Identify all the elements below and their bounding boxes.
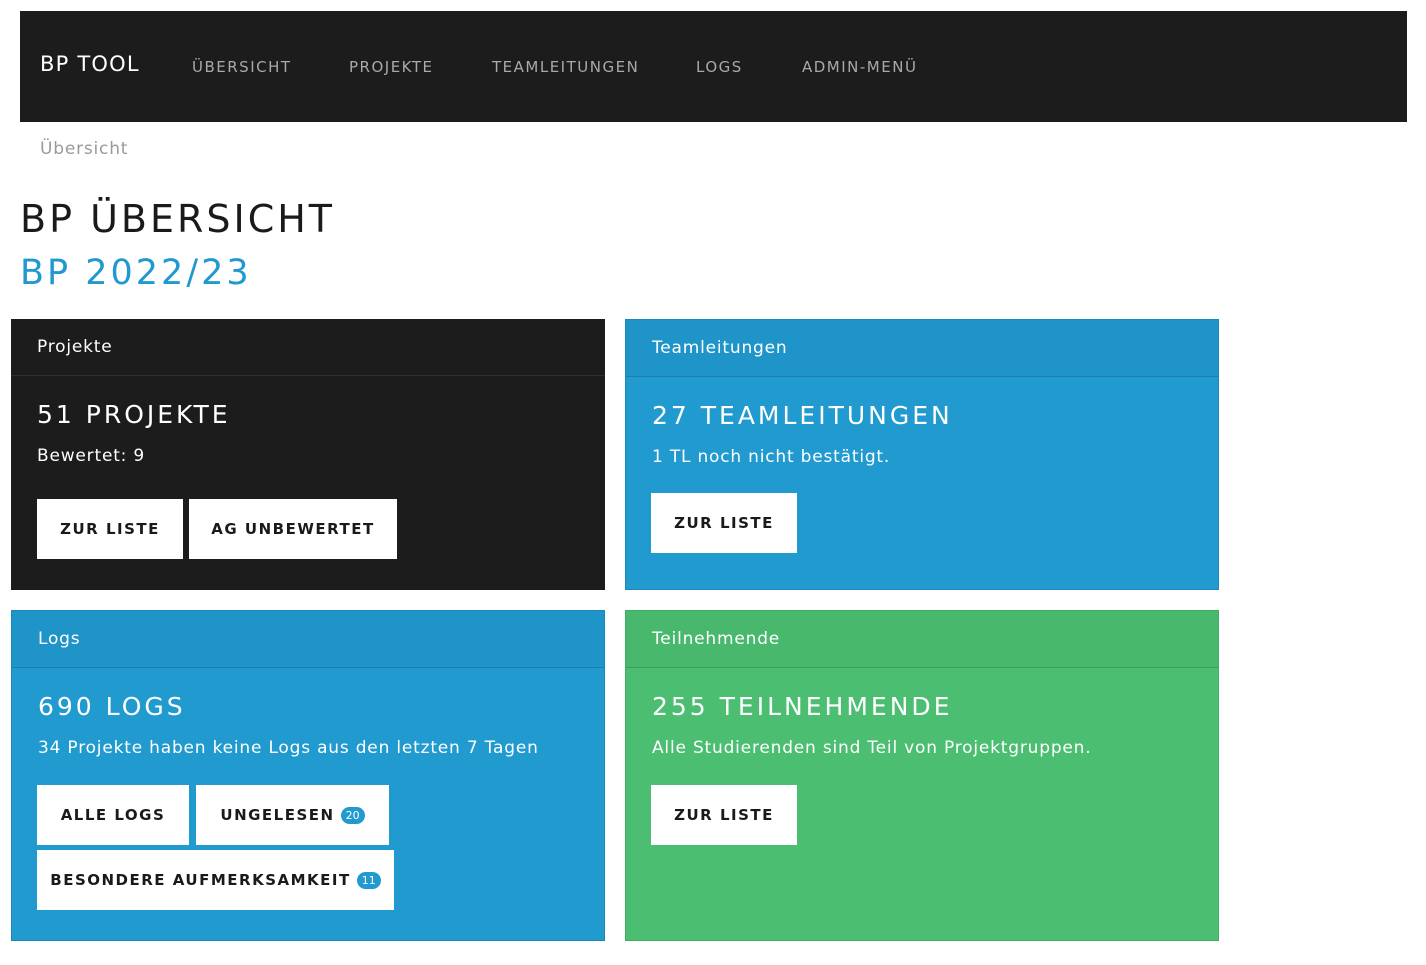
- participants-card: Teilnehmende 255 TEILNEHMENDE Alle Studi…: [625, 610, 1219, 941]
- attention-logs-label: BESONDERE AUFMERKSAMKEIT: [50, 871, 351, 889]
- teamleads-card-header: Teamleitungen: [626, 320, 1218, 377]
- unread-logs-label: UNGELESEN: [220, 806, 335, 824]
- projects-card: Projekte 51 PROJEKTE Bewertet: 9 ZUR LIS…: [11, 319, 605, 590]
- page-subtitle: BP 2022/23: [20, 253, 252, 293]
- teamleads-count: 27 TEAMLEITUNGEN: [652, 401, 953, 430]
- projects-list-button[interactable]: ZUR LISTE: [37, 499, 183, 559]
- nav-item-admin-menu[interactable]: ADMIN-MENÜ: [802, 58, 917, 76]
- attention-count-badge: 11: [356, 871, 381, 889]
- unread-count-badge: 20: [340, 806, 365, 824]
- brand-link[interactable]: BP TOOL: [40, 52, 140, 76]
- participants-list-button[interactable]: ZUR LISTE: [651, 785, 797, 845]
- participants-card-header: Teilnehmende: [626, 611, 1218, 668]
- logs-inactive-text: 34 Projekte haben keine Logs aus den let…: [38, 738, 539, 758]
- participants-status-text: Alle Studierenden sind Teil von Projektg…: [652, 738, 1092, 758]
- projects-rated-text: Bewertet: 9: [37, 446, 146, 466]
- nav-item-logs[interactable]: LOGS: [696, 58, 743, 76]
- projects-card-header: Projekte: [11, 319, 605, 376]
- logs-card: Logs 690 LOGS 34 Projekte haben keine Lo…: [11, 610, 605, 941]
- breadcrumb: Übersicht: [40, 139, 129, 159]
- logs-count: 690 LOGS: [38, 692, 186, 721]
- participants-count: 255 TEILNEHMENDE: [652, 692, 953, 721]
- all-logs-button[interactable]: ALLE LOGS: [37, 785, 189, 845]
- unread-logs-button[interactable]: UNGELESEN 20: [196, 785, 389, 845]
- logs-card-header: Logs: [12, 611, 604, 668]
- nav-item-projekte[interactable]: PROJEKTE: [349, 58, 434, 76]
- nav-item-uebersicht[interactable]: ÜBERSICHT: [192, 58, 292, 76]
- teamleads-card: Teamleitungen 27 TEAMLEITUNGEN 1 TL noch…: [625, 319, 1219, 590]
- top-navbar: BP TOOL ÜBERSICHT PROJEKTE TEAMLEITUNGEN…: [20, 11, 1407, 122]
- teamleads-list-button[interactable]: ZUR LISTE: [651, 493, 797, 553]
- projects-count: 51 PROJEKTE: [37, 400, 231, 429]
- projects-unrated-button[interactable]: AG UNBEWERTET: [189, 499, 397, 559]
- attention-logs-button[interactable]: BESONDERE AUFMERKSAMKEIT 11: [37, 850, 394, 910]
- page-title: BP ÜBERSICHT: [20, 197, 336, 241]
- nav-item-teamleitungen[interactable]: TEAMLEITUNGEN: [492, 58, 639, 76]
- teamleads-unconfirmed-text: 1 TL noch nicht bestätigt.: [652, 447, 891, 467]
